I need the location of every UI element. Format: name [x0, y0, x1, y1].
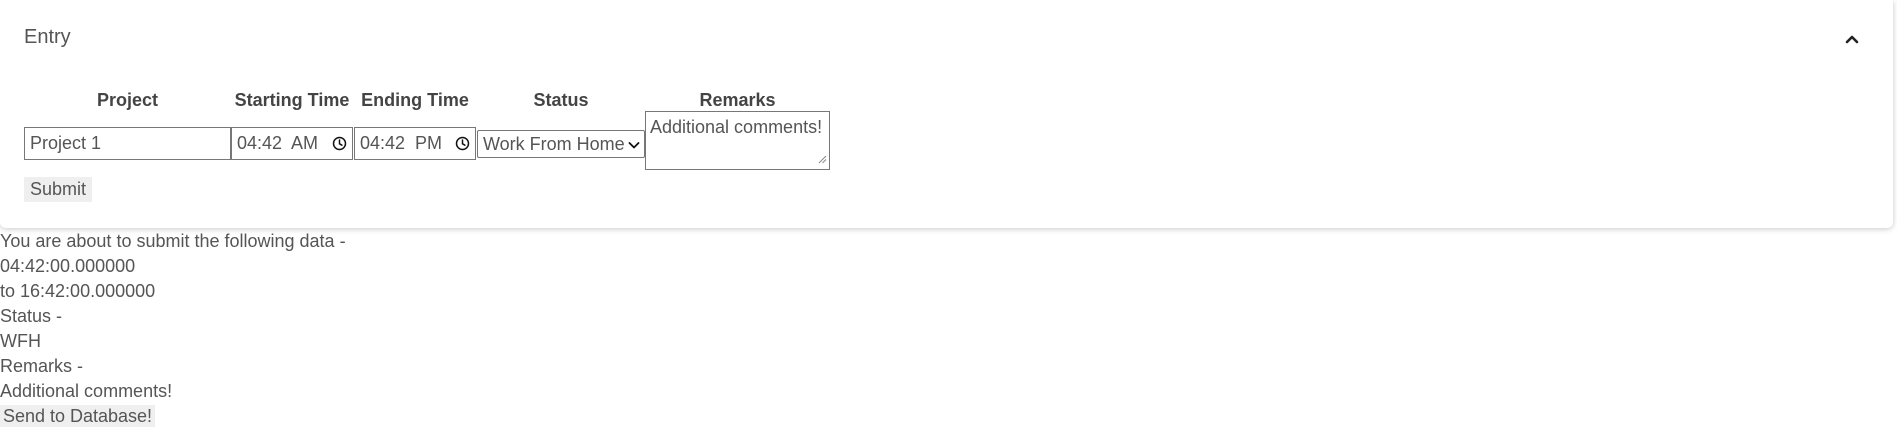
summary-remarks-label: Remarks - [0, 356, 84, 376]
summary-start-time: 04:42:00.000000 [0, 256, 136, 276]
header-status: Status [533, 90, 589, 110]
starting-time-value: 04:42 AM [237, 133, 319, 153]
send-to-database-button[interactable]: Send to Database! [0, 405, 155, 427]
resize-handle-icon[interactable] [818, 149, 827, 167]
summary-remarks-value: Additional comments! [0, 381, 173, 401]
header-remarks: Remarks [699, 90, 776, 110]
status-select[interactable]: Work From Home [477, 130, 645, 158]
header-ending-time: Ending Time [361, 90, 469, 110]
collapse-button[interactable] [1841, 28, 1863, 50]
chevron-down-icon [628, 134, 640, 155]
clock-icon[interactable] [455, 136, 470, 151]
project-input[interactable]: Project 1 [24, 127, 231, 160]
status-selected-value: Work From Home [483, 133, 625, 154]
clock-icon[interactable] [332, 136, 347, 151]
entry-panel: Entry Project Starting Time Ending Time … [0, 0, 1893, 228]
summary-end-time: to 16:42:00.000000 [0, 281, 156, 301]
summary-status-label: Status - [0, 306, 63, 326]
summary-status-value: WFH [0, 331, 41, 351]
ending-time-input[interactable]: 04:42 PM [354, 127, 476, 160]
chevron-up-icon [1845, 34, 1859, 44]
header-starting-time: Starting Time [234, 90, 350, 110]
remarks-textarea[interactable]: Additional comments! [645, 111, 830, 170]
starting-time-input[interactable]: 04:42 AM [231, 127, 353, 160]
panel-title: Entry [24, 26, 71, 48]
submit-button[interactable]: Submit [24, 177, 92, 202]
header-project: Project [96, 90, 159, 110]
summary-intro: You are about to submit the following da… [0, 231, 346, 251]
ending-time-value: 04:42 PM [360, 133, 443, 153]
remarks-value: Additional comments! [650, 117, 823, 137]
